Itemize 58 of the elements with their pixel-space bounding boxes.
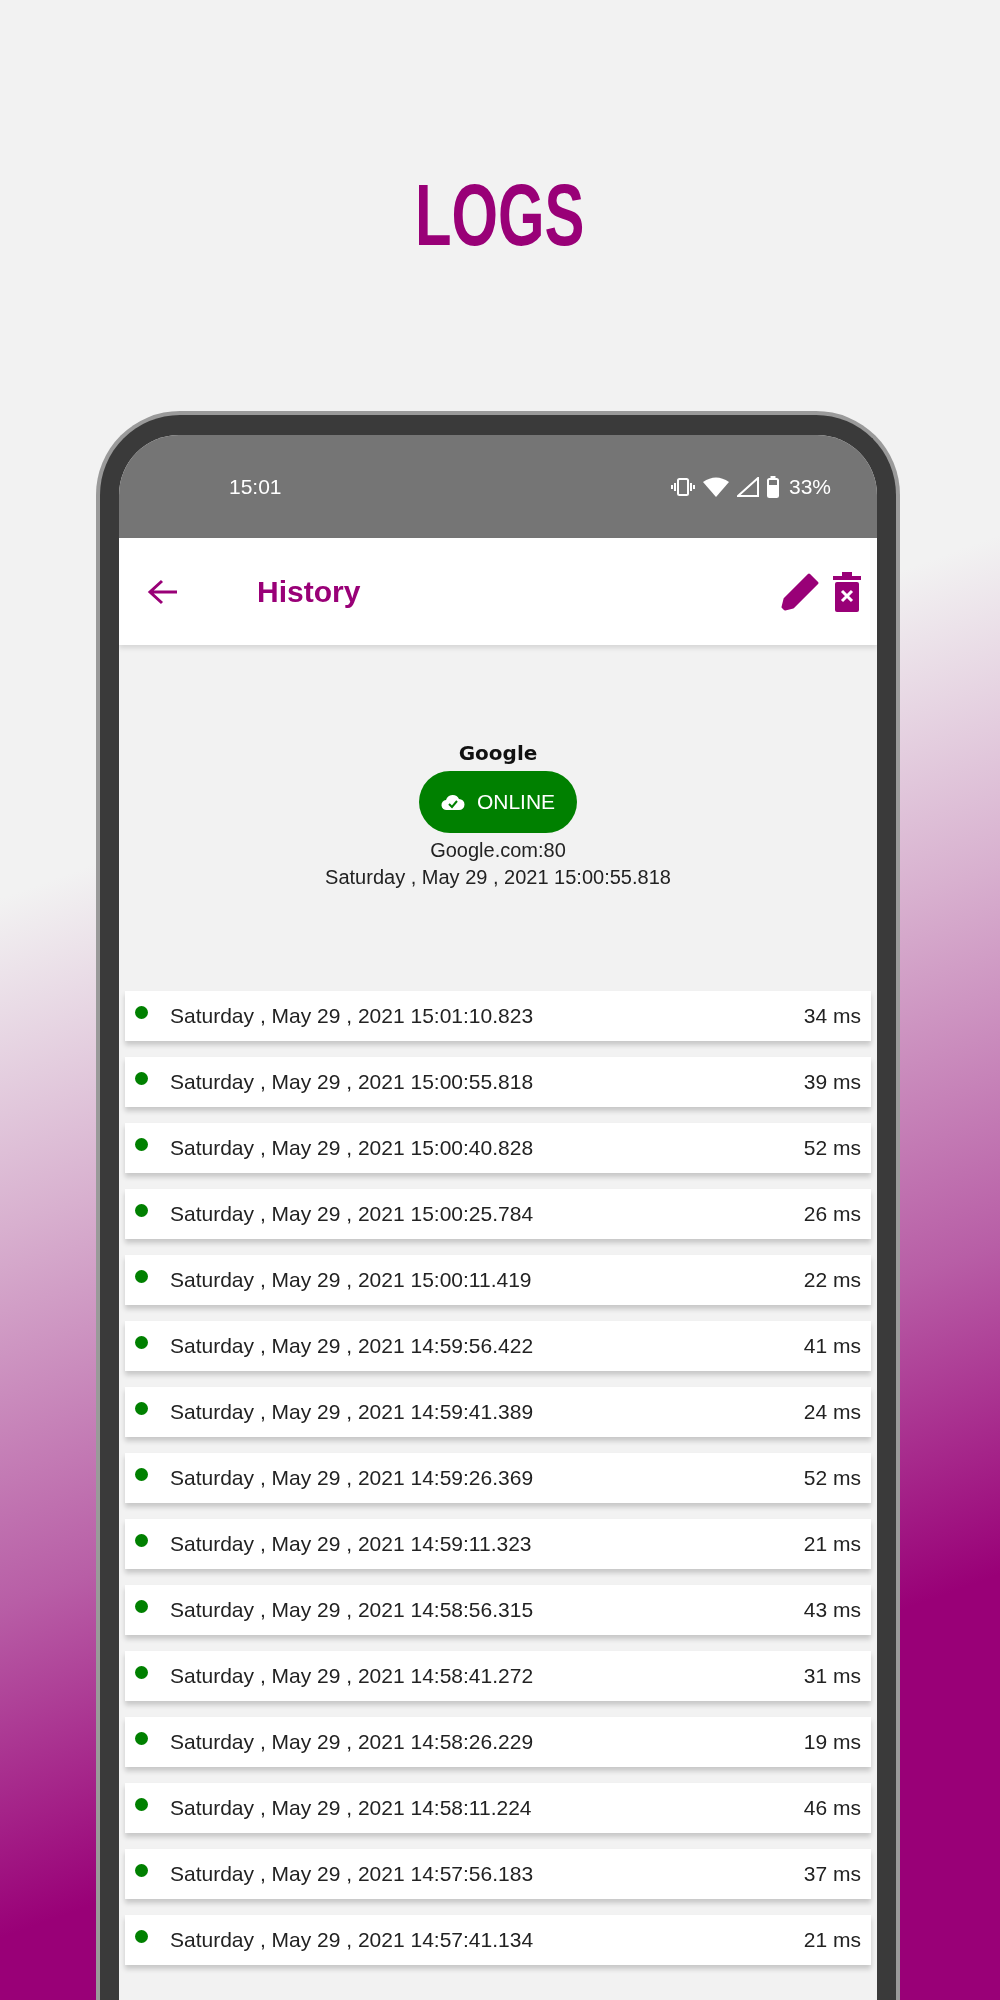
log-latency: 21 ms xyxy=(803,1928,861,1952)
log-time: Saturday , May 29 , 2021 15:01:10.823 xyxy=(170,1004,535,1028)
status-dot xyxy=(135,1467,148,1481)
log-latency: 52 ms xyxy=(803,1136,861,1160)
vibrate-icon xyxy=(670,476,695,497)
log-latency: 26 ms xyxy=(803,1202,861,1226)
log-latency: 34 ms xyxy=(803,1004,861,1028)
log-time: Saturday , May 29 , 2021 14:58:41.272 xyxy=(170,1664,535,1688)
cloud-check-icon xyxy=(440,793,465,811)
status-dot xyxy=(135,1665,148,1679)
log-time: Saturday , May 29 , 2021 15:00:40.828 xyxy=(170,1136,535,1160)
status-dot xyxy=(135,1071,148,1085)
status-dot xyxy=(135,1929,148,1943)
log-latency: 37 ms xyxy=(803,1862,861,1886)
log-time: Saturday , May 29 , 2021 14:58:56.315 xyxy=(170,1598,535,1622)
status-dot xyxy=(135,1005,148,1019)
log-time: Saturday , May 29 , 2021 14:57:56.183 xyxy=(170,1862,535,1886)
screen-title: History xyxy=(257,574,361,609)
status-dot xyxy=(135,1599,148,1613)
log-latency: 52 ms xyxy=(803,1466,861,1490)
log-time: Saturday , May 29 , 2021 15:00:25.784 xyxy=(170,1202,535,1226)
log-time: Saturday , May 29 , 2021 15:00:55.818 xyxy=(170,1070,535,1094)
log-time: Saturday , May 29 , 2021 14:58:26.229 xyxy=(170,1730,535,1754)
signal-icon xyxy=(736,476,759,497)
host-address: Google.com:80 xyxy=(430,839,566,862)
status-dot xyxy=(135,1731,148,1745)
status-dot xyxy=(135,1863,148,1877)
status-dot xyxy=(135,1401,148,1415)
log-latency: 24 ms xyxy=(803,1400,861,1424)
status-time: 15:01 xyxy=(229,474,283,499)
log-time: Saturday , May 29 , 2021 14:57:41.134 xyxy=(170,1928,535,1952)
log-latency: 46 ms xyxy=(803,1796,861,1820)
log-latency: 21 ms xyxy=(803,1532,861,1556)
log-time: Saturday , May 29 , 2021 14:59:26.369 xyxy=(170,1466,535,1490)
status-dot xyxy=(135,1137,148,1151)
status-dot xyxy=(135,1335,148,1349)
headline: LOGS xyxy=(415,170,585,260)
status-dot xyxy=(135,1269,148,1283)
wifi-icon xyxy=(702,476,729,497)
battery-level: 33% xyxy=(788,474,831,499)
log-time: Saturday , May 29 , 2021 14:58:11.224 xyxy=(170,1796,533,1820)
status-badge: ONLINE xyxy=(418,771,578,833)
log-time: Saturday , May 29 , 2021 14:59:41.389 xyxy=(170,1400,535,1424)
log-time: Saturday , May 29 , 2021 14:59:56.422 xyxy=(170,1334,535,1358)
host-name: Google xyxy=(458,741,538,765)
log-latency: 41 ms xyxy=(803,1334,861,1358)
status-dot xyxy=(135,1203,148,1217)
log-time: Saturday , May 29 , 2021 15:00:11.419 xyxy=(170,1268,533,1292)
status-dot xyxy=(135,1797,148,1811)
log-time: Saturday , May 29 , 2021 14:59:11.323 xyxy=(170,1532,533,1556)
log-latency: 39 ms xyxy=(803,1070,861,1094)
battery-icon xyxy=(766,475,779,498)
last-check-time: Saturday , May 29 , 2021 15:00:55.818 xyxy=(325,866,671,889)
log-latency: 19 ms xyxy=(803,1730,861,1754)
log-latency: 22 ms xyxy=(803,1268,861,1292)
log-latency: 43 ms xyxy=(803,1598,861,1622)
status-dot xyxy=(135,1533,148,1547)
log-latency: 31 ms xyxy=(803,1664,861,1688)
